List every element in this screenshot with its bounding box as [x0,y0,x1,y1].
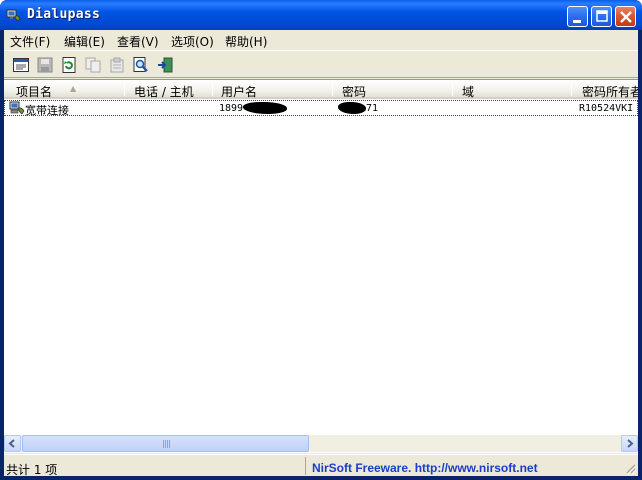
column-header-password[interactable]: 密码 [334,80,451,99]
maximize-icon [596,10,608,22]
list-header: 项目名 ▲ 电话 / 主机 用户名 密码 域 密码所有者 [4,80,638,99]
properties-button[interactable] [107,55,127,75]
menu-help[interactable]: 帮助(H) [225,33,267,50]
column-divider[interactable] [124,83,125,96]
column-label: 域 [462,85,475,99]
find-button[interactable] [131,55,151,75]
app-icon [6,9,21,22]
client-area: 文件(F) 编辑(E) 查看(V) 选项(O) 帮助(H) 项目名 ▲ 电话 /… [4,30,638,477]
nirsoft-link[interactable]: NirSoft Freeware. http://www.nirsoft.net [312,461,538,475]
resize-grip-icon[interactable] [624,462,636,474]
title-bar[interactable]: Dialupass [0,0,642,30]
save-button[interactable] [35,55,55,75]
exit-button[interactable] [155,55,175,75]
status-panel-count: 共计 1 项 [4,457,306,477]
column-divider[interactable] [571,83,572,96]
html-report-button[interactable] [11,55,31,75]
scroll-right-button[interactable] [621,435,638,452]
properties-icon [110,57,124,73]
scroll-left-button[interactable] [4,435,21,452]
html-report-icon [13,58,29,72]
entry-name-cell: 宽带连接 [25,104,69,116]
menu-edit[interactable]: 编辑(E) [64,33,105,50]
arrow-right-icon [627,439,634,448]
menu-view[interactable]: 查看(V) [117,33,159,50]
save-icon [37,57,53,73]
column-divider[interactable] [452,83,453,96]
maximize-button[interactable] [591,6,612,27]
item-count-text: 共计 1 项 [6,463,58,477]
sort-ascending-icon: ▲ [70,84,77,93]
toolbar [4,50,638,78]
username-cell: 1899 [219,103,244,114]
menu-file[interactable]: 文件(F) [10,33,50,50]
minimize-button[interactable] [567,6,588,27]
redaction-mark [338,102,366,114]
column-label: 项目名 [16,85,53,99]
password-cell: 71 [366,103,379,114]
menu-options[interactable]: 选项(O) [171,33,214,50]
status-panel-credit: NirSoft Freeware. http://www.nirsoft.net [308,457,622,475]
grip-icon [163,440,170,448]
close-icon [620,11,632,23]
column-label: 密码 [342,85,367,99]
column-header-entry-name[interactable]: 项目名 [8,80,124,99]
column-divider[interactable] [332,83,333,96]
column-header-domain[interactable]: 域 [454,80,569,99]
exit-icon [158,57,173,73]
arrow-left-icon [8,439,15,448]
minimize-icon [573,20,581,23]
password-owner-cell: R10524VKI [579,103,634,114]
copy-button[interactable] [83,55,103,75]
entries-list[interactable]: 项目名 ▲ 电话 / 主机 用户名 密码 域 密码所有者 宽带连接 1899 7… [4,79,638,453]
table-row[interactable]: 宽带连接 1899 71 R10524VKI [4,100,638,116]
column-label: 电话 / 主机 [134,85,194,99]
column-header-password-owner[interactable]: 密码所有者 [574,80,638,99]
menu-bar: 文件(F) 编辑(E) 查看(V) 选项(O) 帮助(H) [4,30,638,49]
window-title: Dialupass [27,7,101,22]
column-label: 用户名 [221,85,258,99]
redaction-mark [243,102,287,114]
column-header-username[interactable]: 用户名 [213,80,330,99]
refresh-icon [62,57,76,73]
column-header-phone[interactable]: 电话 / 主机 [126,80,210,99]
dialup-connection-icon [9,101,25,115]
horizontal-scrollbar[interactable] [4,435,638,452]
column-label: 密码所有者 [582,85,638,99]
copy-icon [85,57,101,73]
refresh-button[interactable] [59,55,79,75]
status-bar: 共计 1 项 NirSoft Freeware. http://www.nirs… [4,454,638,477]
close-button[interactable] [615,6,636,27]
dialupass-window: Dialupass 文件(F) 编辑(E) 查看(V) 选项(O) 帮助(H) [0,0,642,480]
scroll-thumb[interactable] [22,435,309,452]
find-icon [133,57,148,72]
